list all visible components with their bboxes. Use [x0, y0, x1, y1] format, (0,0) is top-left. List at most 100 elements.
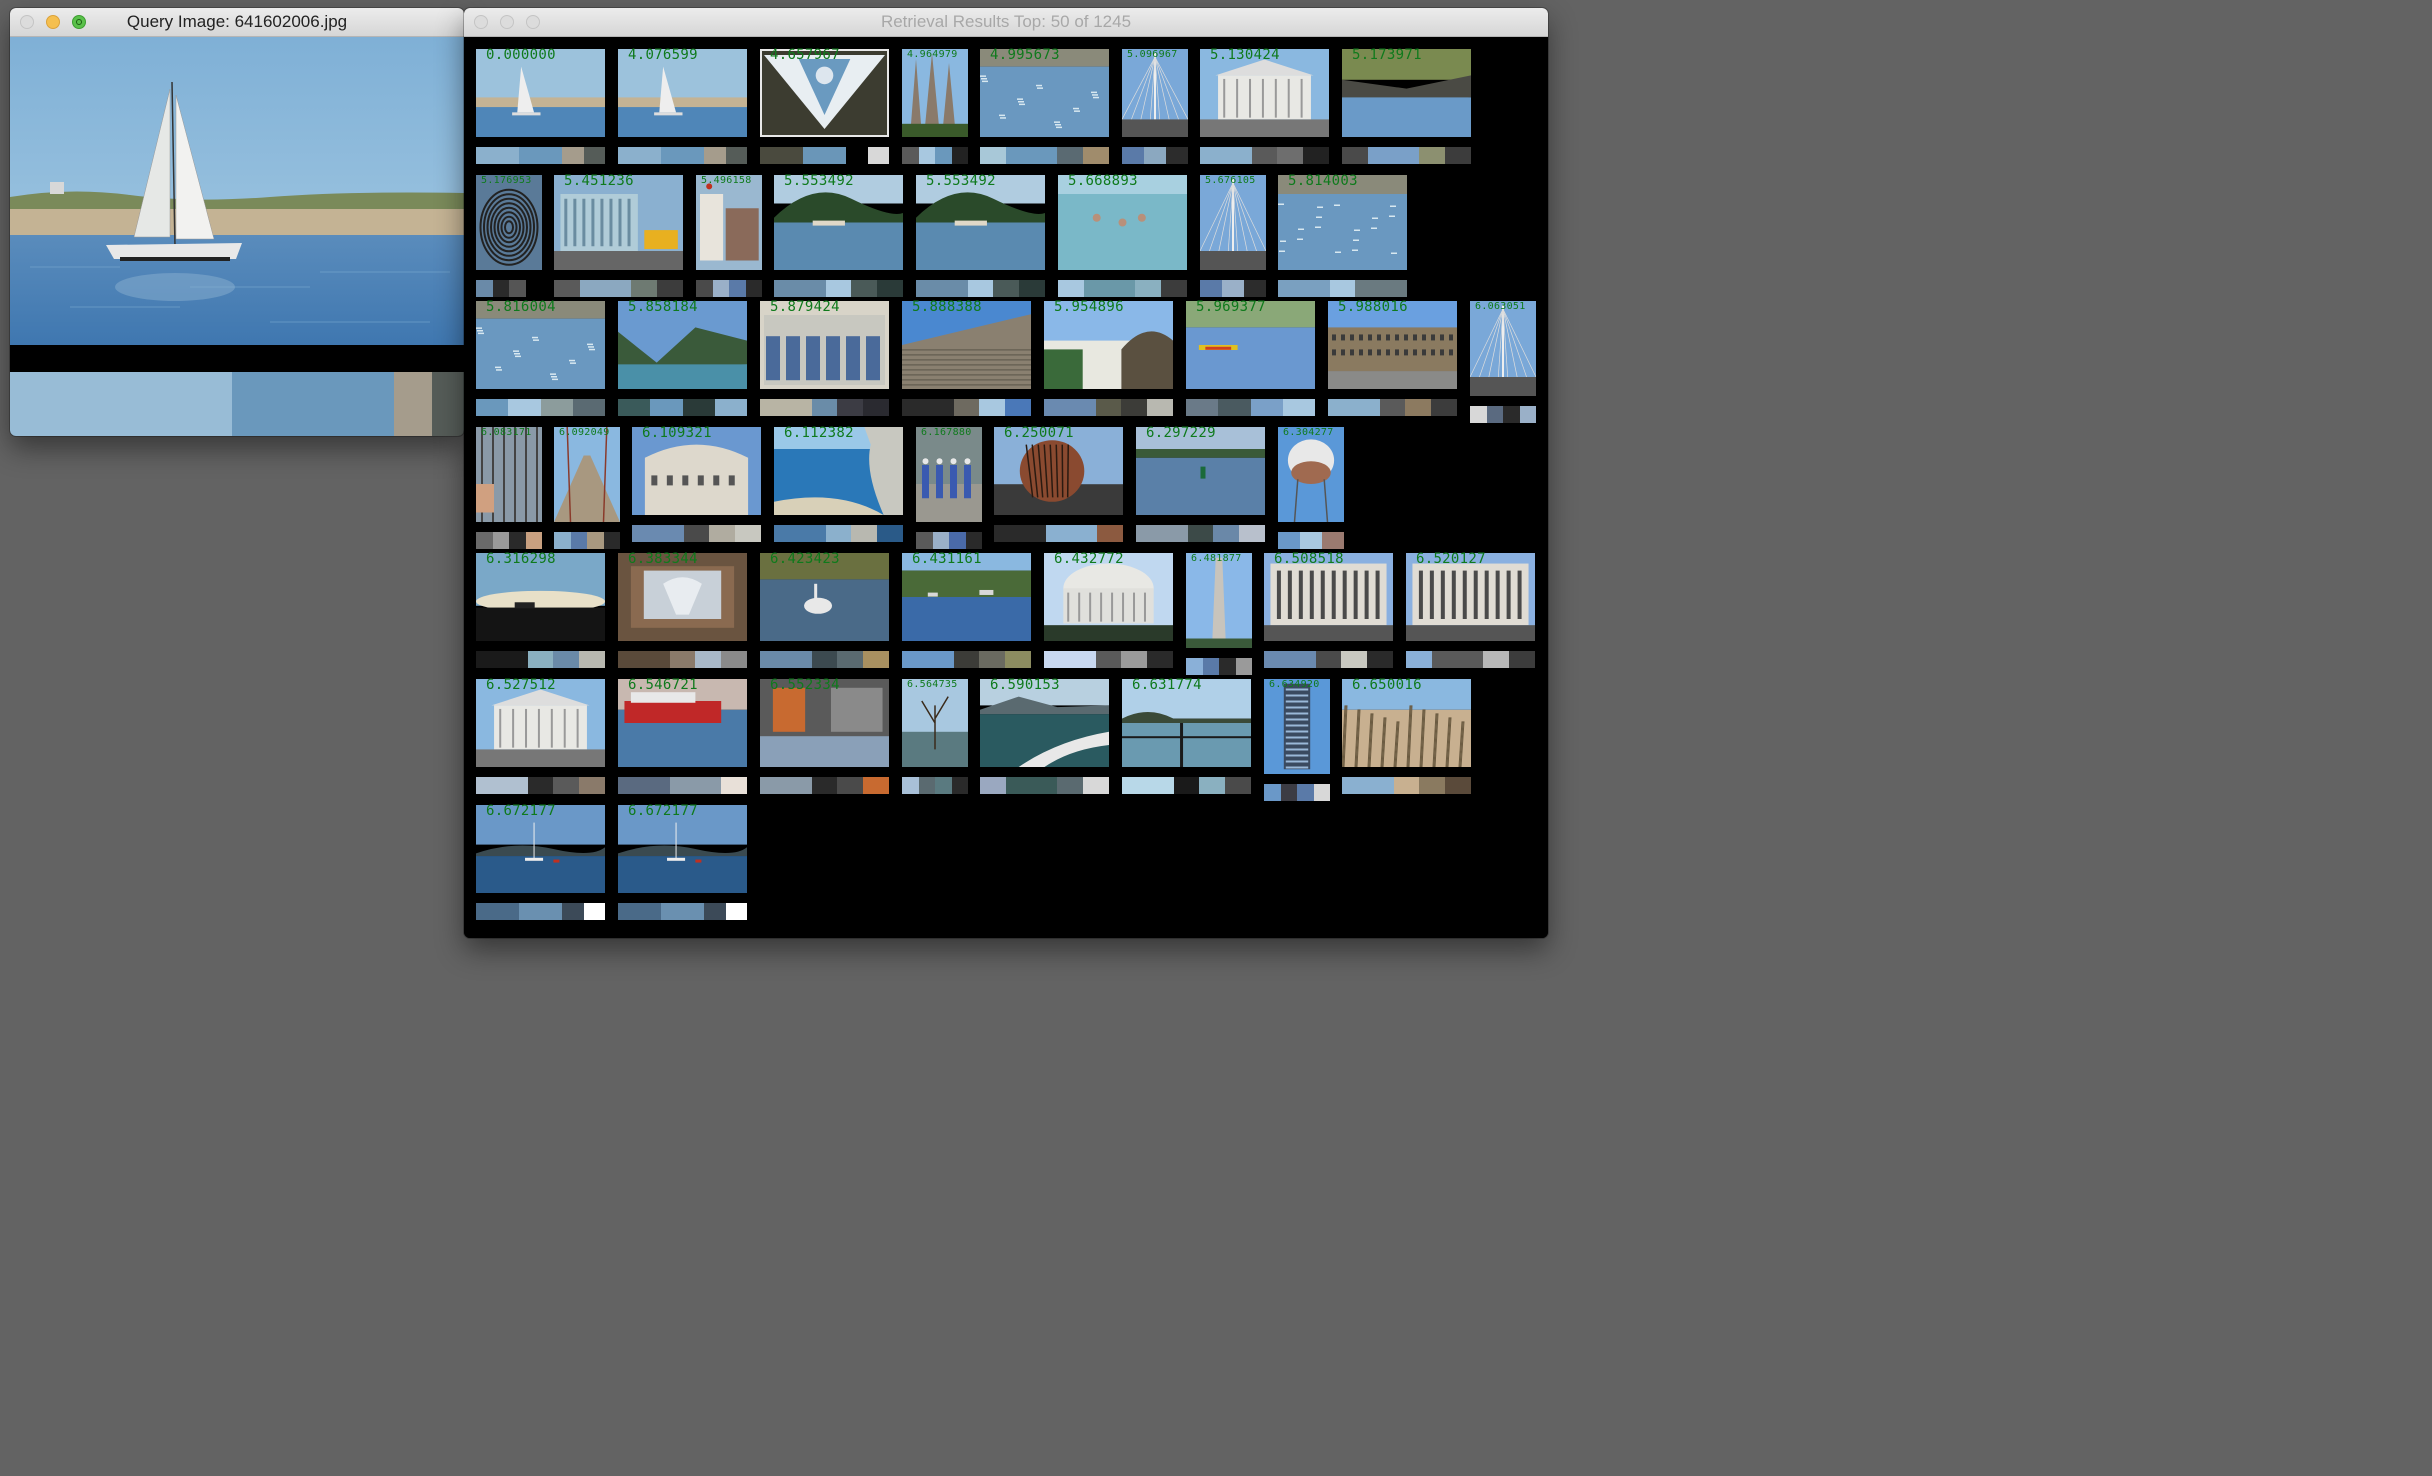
result-thumbnail[interactable] — [476, 175, 542, 270]
result-item[interactable]: 6.508518 — [1264, 551, 1393, 671]
result-item[interactable]: 6.520127 — [1406, 551, 1535, 671]
palette-swatch — [712, 280, 729, 297]
palette-swatch — [935, 147, 952, 164]
fullscreen-button[interactable] — [526, 15, 540, 29]
result-color-palette — [618, 903, 747, 920]
minimize-button[interactable] — [500, 15, 514, 29]
result-thumbnail[interactable] — [1470, 301, 1536, 396]
result-color-palette — [618, 399, 747, 416]
result-item[interactable]: 5.130424 — [1200, 47, 1329, 167]
result-thumbnail[interactable] — [1200, 175, 1266, 270]
palette-swatch — [1005, 777, 1032, 794]
result-thumbnail[interactable] — [902, 49, 968, 137]
palette-swatch — [785, 777, 812, 794]
result-thumbnail[interactable] — [1058, 175, 1187, 270]
result-item[interactable]: 5.451236 — [554, 173, 683, 300]
sailboat-photo-icon — [10, 37, 464, 345]
result-item[interactable]: 0.000000 — [476, 47, 605, 167]
result-item[interactable]: 6.304277 — [1278, 427, 1344, 552]
result-color-palette — [1406, 651, 1535, 668]
retrieval-results-window[interactable]: Retrieval Results Top: 50 of 1245 0.0000… — [464, 8, 1548, 938]
result-thumbnail[interactable] — [774, 175, 903, 270]
result-item[interactable]: 6.167880 — [916, 427, 982, 552]
palette-swatch — [785, 651, 812, 668]
result-item[interactable]: 4.995673 — [980, 47, 1109, 167]
result-item[interactable]: 5.858184 — [618, 299, 747, 419]
result-item[interactable]: 6.432772 — [1044, 551, 1173, 671]
result-distance-score: 5.173971 — [1352, 47, 1422, 63]
result-item[interactable]: 6.431161 — [902, 551, 1031, 671]
result-item[interactable]: 6.423423 — [760, 551, 889, 671]
result-thumbnail[interactable] — [1186, 553, 1252, 648]
result-item[interactable]: 6.634920 — [1264, 679, 1330, 804]
result-item[interactable]: 6.590153 — [980, 677, 1109, 797]
result-thumbnail[interactable] — [696, 175, 762, 270]
palette-swatch — [994, 525, 1020, 542]
result-item[interactable]: 5.969377 — [1186, 299, 1315, 419]
palette-swatch — [1097, 525, 1123, 542]
result-item[interactable]: 6.383344 — [618, 551, 747, 671]
result-item[interactable]: 5.988016 — [1328, 299, 1457, 419]
result-item[interactable]: 6.297229 — [1136, 425, 1265, 545]
result-item[interactable]: 6.481877 — [1186, 553, 1252, 678]
result-thumbnail[interactable] — [1278, 427, 1344, 522]
result-item[interactable]: 6.527512 — [476, 677, 605, 797]
result-item[interactable]: 5.888388 — [902, 299, 1031, 419]
close-button[interactable] — [474, 15, 488, 29]
palette-swatch — [902, 651, 928, 668]
result-item[interactable]: 5.668893 — [1058, 173, 1187, 300]
result-item[interactable]: 6.250071 — [994, 425, 1123, 545]
result-item[interactable]: 6.650016 — [1342, 677, 1471, 797]
query-photo — [10, 37, 464, 345]
result-item[interactable]: 6.672177 — [476, 803, 605, 923]
result-thumbnail[interactable] — [916, 175, 1045, 270]
result-thumbnail[interactable] — [554, 175, 683, 270]
palette-swatch — [657, 280, 683, 297]
results-window-titlebar[interactable]: Retrieval Results Top: 50 of 1245 — [464, 8, 1548, 37]
result-item[interactable]: 5.553492 — [774, 173, 903, 300]
results-window-title: Retrieval Results Top: 50 of 1245 — [880, 12, 1132, 31]
result-item[interactable]: 6.552334 — [760, 677, 889, 797]
result-thumbnail[interactable] — [1122, 49, 1188, 137]
palette-swatch — [1431, 651, 1458, 668]
result-item[interactable]: 5.553492 — [916, 173, 1045, 300]
query-window-titlebar[interactable]: Query Image: 641602006.jpg — [10, 8, 464, 37]
result-item[interactable]: 5.496158 — [696, 175, 762, 300]
result-item[interactable]: 6.063051 — [1470, 301, 1536, 426]
query-image-window[interactable]: Query Image: 641602006.jpg — [10, 8, 464, 436]
result-item[interactable]: 5.173971 — [1342, 47, 1471, 167]
thumbnail-photo-icon — [1058, 175, 1187, 270]
result-item[interactable]: 5.814003 — [1278, 173, 1407, 300]
result-item[interactable]: 6.672177 — [618, 803, 747, 923]
palette-swatch — [704, 147, 726, 164]
palette-swatch — [953, 399, 980, 416]
result-item[interactable]: 5.176953 — [476, 175, 542, 300]
result-color-palette — [980, 777, 1109, 794]
palette-swatch — [916, 532, 933, 549]
result-item[interactable]: 5.954896 — [1044, 299, 1173, 419]
result-thumbnail[interactable] — [1264, 679, 1330, 774]
result-item[interactable]: 4.657967 — [760, 47, 889, 167]
result-item[interactable]: 5.096967 — [1122, 49, 1188, 167]
result-thumbnail[interactable] — [1278, 175, 1407, 270]
result-thumbnail[interactable] — [916, 427, 982, 522]
result-item[interactable]: 6.083171 — [476, 427, 542, 552]
result-thumbnail[interactable] — [902, 679, 968, 767]
result-item[interactable]: 4.076599 — [618, 47, 747, 167]
result-item[interactable]: 5.676105 — [1200, 175, 1266, 300]
minimize-button[interactable] — [46, 15, 60, 29]
result-item[interactable]: 5.879424 — [760, 299, 889, 419]
result-item[interactable]: 6.109321 — [632, 425, 761, 545]
result-item[interactable]: 5.816004 — [476, 299, 605, 419]
result-item[interactable]: 6.546721 — [618, 677, 747, 797]
result-thumbnail[interactable] — [476, 427, 542, 522]
result-thumbnail[interactable] — [554, 427, 620, 522]
close-button[interactable] — [20, 15, 34, 29]
result-item[interactable]: 6.564735 — [902, 679, 968, 797]
result-item[interactable]: 6.631774 — [1122, 677, 1251, 797]
fullscreen-button[interactable] — [72, 15, 86, 29]
result-item[interactable]: 6.092049 — [554, 427, 620, 552]
result-item[interactable]: 6.316298 — [476, 551, 605, 671]
result-item[interactable]: 4.964979 — [902, 49, 968, 167]
result-item[interactable]: 6.112382 — [774, 425, 903, 545]
